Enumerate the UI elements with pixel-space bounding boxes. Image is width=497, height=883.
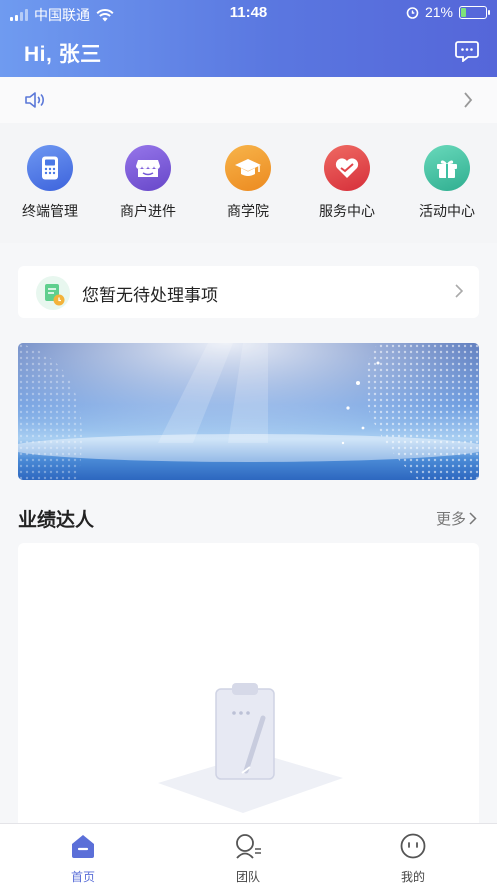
message-icon[interactable] <box>455 40 479 62</box>
team-icon <box>236 834 261 859</box>
tab-home[interactable]: 首页 <box>43 832 123 883</box>
quick-action-label: 终端管理 <box>22 203 78 219</box>
home-icon <box>72 835 94 858</box>
quick-action-terminal[interactable]: 终端管理 <box>10 145 90 221</box>
battery-icon <box>459 5 490 19</box>
chevron-right-icon <box>464 92 473 108</box>
alarm-icon <box>406 6 419 19</box>
empty-state-illustration <box>158 683 343 813</box>
tab-label: 首页 <box>70 870 95 883</box>
more-link[interactable]: 更多 <box>436 508 477 529</box>
notice-bar[interactable] <box>0 77 497 123</box>
tab-team[interactable]: 团队 <box>208 832 288 883</box>
status-bar: 中国联通 11:48 21% <box>0 0 497 26</box>
terminal-icon <box>27 145 73 191</box>
store-icon <box>125 145 171 191</box>
tab-profile[interactable]: 我的 <box>373 832 453 883</box>
battery-percent: 21% <box>424 4 453 20</box>
chevron-right-icon <box>455 284 463 298</box>
quick-action-academy[interactable]: 商学院 <box>208 145 288 221</box>
greeting: Hi, 张三 <box>24 43 102 66</box>
banner[interactable] <box>18 343 479 480</box>
quick-action-activity[interactable]: 活动中心 <box>407 145 487 221</box>
task-icon <box>36 276 70 310</box>
quick-action-merchant[interactable]: 商户进件 <box>108 145 188 221</box>
tab-bar: 首页 团队 我的 <box>0 823 497 883</box>
quick-action-service[interactable]: 服务中心 <box>307 145 387 221</box>
quick-action-label: 活动中心 <box>419 203 475 219</box>
quick-action-label: 商户进件 <box>120 203 176 219</box>
graduation-cap-icon <box>225 145 271 191</box>
profile-icon <box>400 833 426 859</box>
header: 中国联通 11:48 21% Hi, 张三 <box>0 0 497 77</box>
quick-action-label: 服务中心 <box>319 203 375 219</box>
todo-card[interactable]: 您暂无待处理事项 <box>18 266 479 318</box>
performance-card <box>18 543 479 833</box>
chevron-right-icon <box>469 512 477 525</box>
banner-image <box>18 343 479 480</box>
todo-text: 您暂无待处理事项 <box>82 286 218 305</box>
section-title: 业绩达人 <box>18 510 95 531</box>
quick-action-label: 商学院 <box>227 203 269 219</box>
gift-icon <box>424 145 470 191</box>
quick-actions: 终端管理 商户进件 商学院 服务中心 活动中心 <box>0 123 497 243</box>
speaker-icon <box>25 92 44 108</box>
tab-label: 我的 <box>400 870 425 883</box>
heart-icon <box>324 145 370 191</box>
more-label: 更多 <box>435 511 466 528</box>
tab-label: 团队 <box>235 870 260 883</box>
